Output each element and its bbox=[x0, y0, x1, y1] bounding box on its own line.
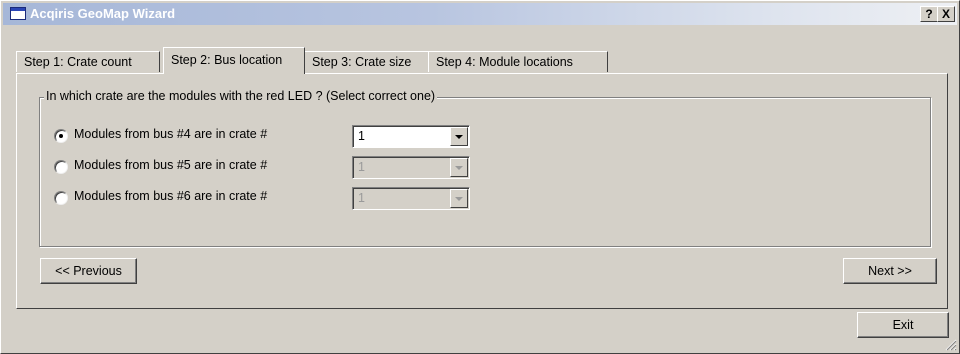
crate-value-bus-5: 1 bbox=[358, 160, 365, 174]
tab-step-4[interactable]: Step 4: Module locations bbox=[428, 51, 608, 72]
radio-bus-5[interactable] bbox=[54, 160, 68, 174]
dropdown-arrow-icon[interactable] bbox=[450, 189, 468, 208]
window-title: Acqiris GeoMap Wizard bbox=[30, 6, 176, 21]
crate-value-bus-6: 1 bbox=[358, 191, 365, 205]
label-bus-5[interactable]: Modules from bus #5 are in crate # bbox=[74, 158, 267, 172]
next-button[interactable]: Next >> bbox=[843, 258, 937, 284]
group-legend: In which crate are the modules with the … bbox=[44, 89, 438, 103]
tab-step-2[interactable]: Step 2: Bus location bbox=[163, 47, 305, 74]
exit-button[interactable]: Exit bbox=[857, 312, 949, 338]
close-button[interactable]: X bbox=[937, 6, 955, 22]
label-bus-6[interactable]: Modules from bus #6 are in crate # bbox=[74, 189, 267, 203]
radio-bus-4[interactable] bbox=[54, 129, 68, 143]
label-bus-4[interactable]: Modules from bus #4 are in crate # bbox=[74, 127, 267, 141]
crate-selection-group: In which crate are the modules with the … bbox=[39, 89, 931, 247]
tab-step-3[interactable]: Step 3: Crate size bbox=[304, 51, 429, 72]
crate-select-bus-4[interactable]: 1 bbox=[352, 125, 470, 148]
dropdown-arrow-icon[interactable] bbox=[450, 158, 468, 177]
previous-button[interactable]: << Previous bbox=[40, 258, 137, 284]
help-button[interactable]: ? bbox=[920, 6, 938, 22]
app-window-icon bbox=[10, 7, 26, 20]
crate-select-bus-5[interactable]: 1 bbox=[352, 156, 470, 179]
resize-grip-icon[interactable] bbox=[944, 338, 957, 351]
dropdown-arrow-icon[interactable] bbox=[450, 127, 468, 146]
wizard-window: Acqiris GeoMap Wizard ? X Step 1: Crate … bbox=[0, 0, 960, 354]
title-bar[interactable]: Acqiris GeoMap Wizard ? X bbox=[3, 3, 957, 25]
crate-value-bus-4: 1 bbox=[358, 129, 365, 143]
crate-select-bus-6[interactable]: 1 bbox=[352, 187, 470, 210]
radio-bus-6[interactable] bbox=[54, 191, 68, 205]
tab-step-1[interactable]: Step 1: Crate count bbox=[16, 51, 160, 72]
tab-panel: In which crate are the modules with the … bbox=[16, 73, 948, 309]
